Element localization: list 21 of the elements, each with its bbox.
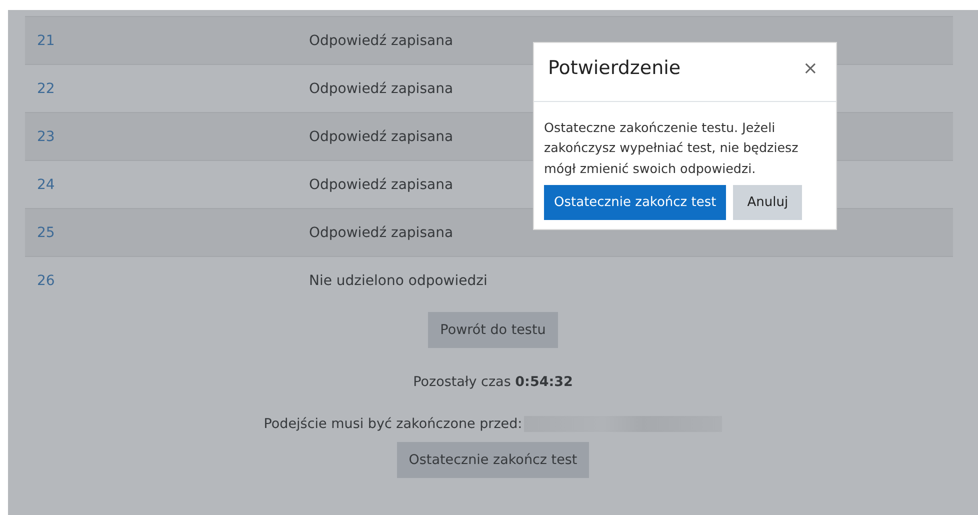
answer-status: Odpowiedź zapisana	[309, 128, 454, 144]
close-button[interactable]: ×	[798, 58, 822, 78]
question-link[interactable]: 21	[25, 32, 309, 48]
return-button[interactable]: Powrót do testu	[428, 312, 558, 348]
dialog-title: Potwierdzenie	[548, 57, 681, 79]
answer-status: Odpowiedź zapisana	[309, 176, 454, 192]
answer-status: Nie udzielono odpowiedzi	[309, 272, 488, 288]
answer-status: Odpowiedź zapisana	[309, 80, 454, 96]
question-link[interactable]: 25	[25, 224, 309, 240]
time-left: Pozostały czas 0:54:32	[413, 374, 573, 390]
question-link[interactable]: 22	[25, 80, 309, 96]
cancel-button[interactable]: Anuluj	[733, 184, 802, 220]
answer-status: Odpowiedź zapisana	[309, 224, 454, 240]
question-link[interactable]: 24	[25, 176, 309, 192]
confirm-button[interactable]: Ostatecznie zakończ test	[544, 184, 726, 220]
question-link[interactable]: 26	[25, 272, 309, 288]
question-link[interactable]: 23	[25, 128, 309, 144]
submit-button[interactable]: Ostatecznie zakończ test	[396, 442, 590, 478]
deadline-label: Podejście musi być zakończone przed:	[264, 416, 522, 432]
dialog-message: Ostateczne zakończenie testu. Jeżeli zakończysz wypełniać test, nie będziesz mógł zmienić swoich odpowiedzi.	[544, 119, 800, 178]
answer-status: Odpowiedź zapisana	[309, 32, 454, 48]
